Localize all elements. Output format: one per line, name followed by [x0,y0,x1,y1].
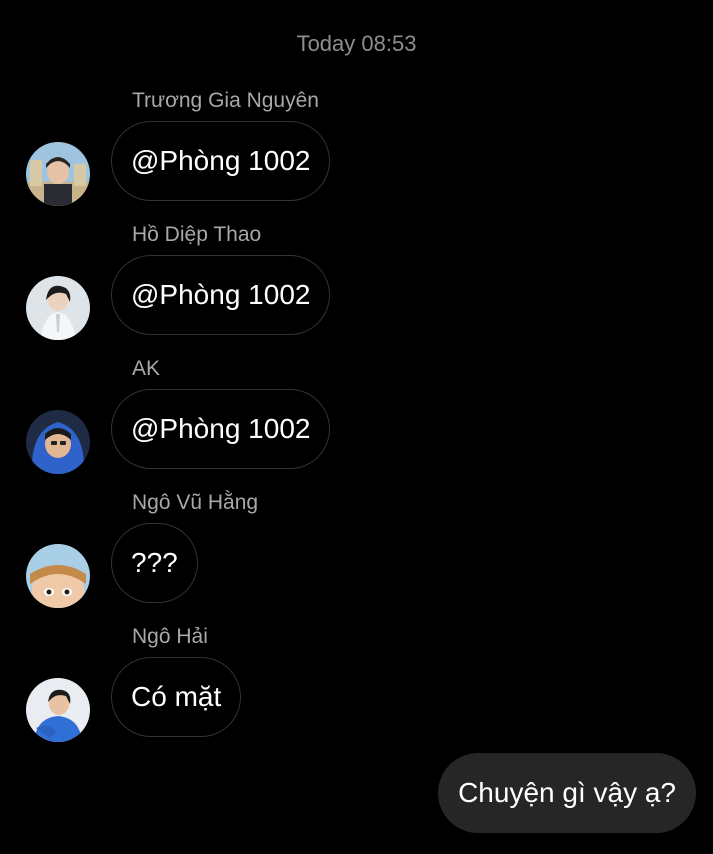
message-bubble[interactable]: @Phòng 1002 [111,255,331,335]
avatar[interactable] [26,678,90,742]
sender-name: Trương Gia Nguyên [132,89,319,112]
sender-name: AK [132,357,161,380]
message-row: Trương Gia Nguyên @Phòng 1002 [0,88,713,222]
message-row: Ngô Hải Có mặt [0,624,713,758]
message-row: AK @Phòng 1002 [0,356,713,490]
sender-name: Hồ Diệp Thao [132,223,262,246]
own-message-bubble[interactable]: Chuyện gì vậy ạ? [438,753,696,833]
avatar[interactable] [26,142,90,206]
message-timestamp: Today 08:53 [296,31,417,56]
sender-name: Ngô Hải [132,625,208,648]
message-bubble[interactable]: ??? [111,523,198,603]
avatar[interactable] [26,410,90,474]
message-row: Hồ Diệp Thao @Phòng 1002 [0,222,713,356]
message-bubble[interactable]: Có mặt [111,657,242,737]
message-bubble[interactable]: @Phòng 1002 [111,389,331,469]
sender-name: Ngô Vũ Hằng [132,491,259,514]
avatar[interactable] [26,276,90,340]
message-bubble[interactable]: @Phòng 1002 [111,121,331,201]
avatar[interactable] [26,544,90,608]
message-row: Ngô Vũ Hằng ??? [0,490,713,624]
